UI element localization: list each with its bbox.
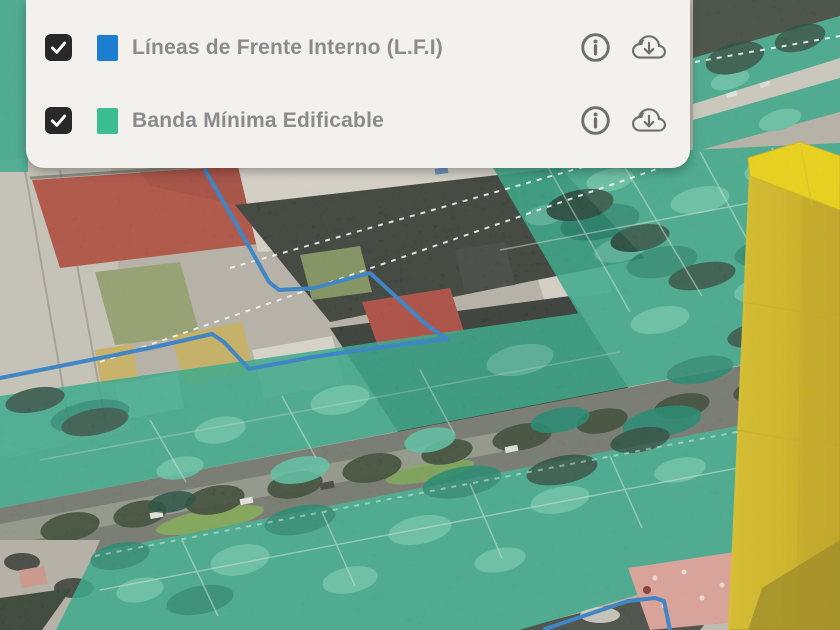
layer-row-banda-minima: Banda Mínima Edificable xyxy=(26,84,690,157)
layer-color-swatch xyxy=(97,107,118,134)
layer-color-swatch xyxy=(97,34,118,61)
layer-checkbox[interactable] xyxy=(45,34,72,61)
checkmark-icon xyxy=(50,41,67,54)
layer-checkbox[interactable] xyxy=(45,107,72,134)
info-icon[interactable] xyxy=(580,32,611,63)
layer-actions xyxy=(580,104,666,138)
cloud-download-icon[interactable] xyxy=(632,104,666,138)
layer-label: Banda Mínima Edificable xyxy=(132,108,384,132)
checkmark-icon xyxy=(50,114,67,127)
layer-row-lfi: Líneas de Frente Interno (L.F.I) xyxy=(26,11,690,84)
layer-actions xyxy=(580,31,666,65)
info-icon[interactable] xyxy=(580,105,611,136)
cloud-download-icon[interactable] xyxy=(632,31,666,65)
layer-control-panel: Líneas de Frente Interno (L.F.I) Banda M… xyxy=(26,0,690,168)
layer-label: Líneas de Frente Interno (L.F.I) xyxy=(132,35,443,59)
app-viewport: Líneas de Frente Interno (L.F.I) Banda M… xyxy=(0,0,840,630)
